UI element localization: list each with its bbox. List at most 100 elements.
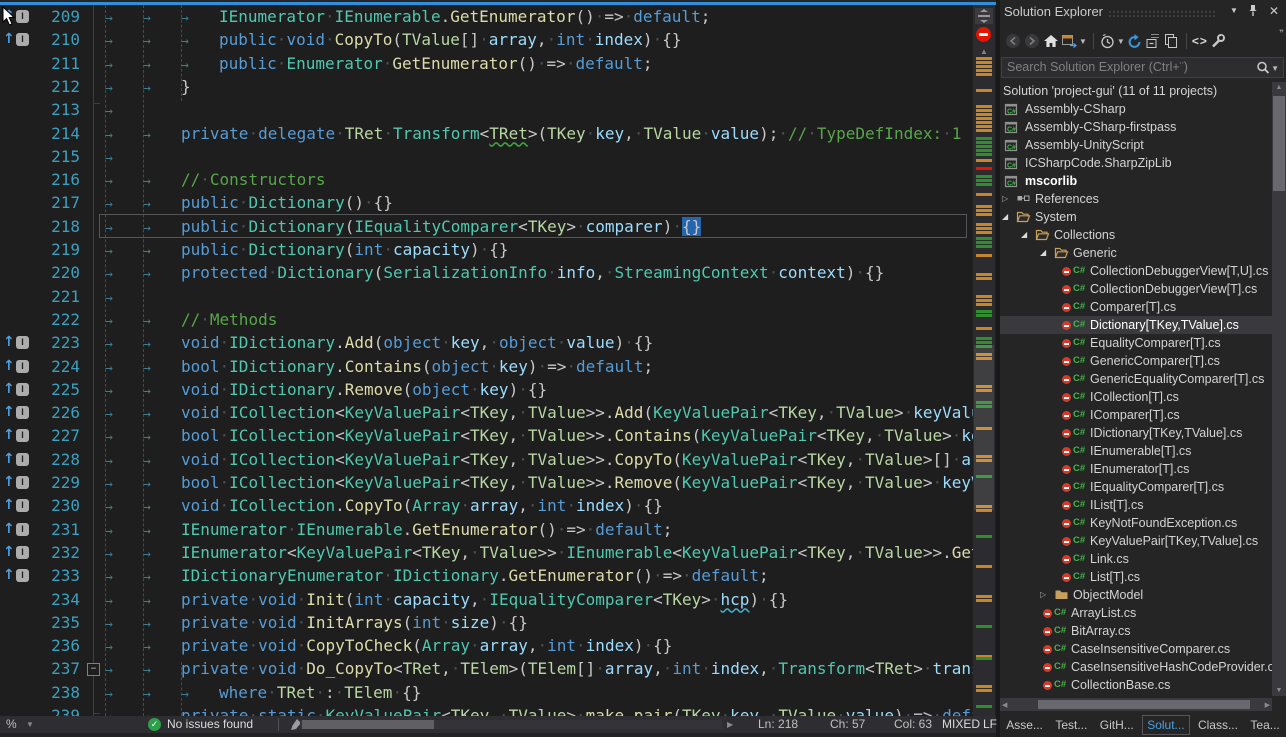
implements-arrow-icon[interactable]: ↑ bbox=[3, 355, 15, 378]
tree-item-keyvaluepair-tkey-tvalue-cs[interactable]: C#KeyValuePair[TKey,TValue].cs bbox=[1000, 532, 1272, 550]
tree-item-objectmodel[interactable]: ▷ObjectModel bbox=[1000, 586, 1272, 604]
code-line-215[interactable]: 215→ bbox=[0, 145, 973, 168]
editor-vertical-scrollbar[interactable]: ▲ bbox=[973, 5, 995, 716]
code-line-220[interactable]: 220→→protected·Dictionary(SerializationI… bbox=[0, 261, 973, 284]
toolbar-overflow-grip[interactable]: ❞ bbox=[1279, 28, 1284, 39]
refresh-button[interactable] bbox=[1126, 30, 1144, 52]
tool-tab-tea[interactable]: Tea... bbox=[1246, 716, 1283, 734]
back-button[interactable] bbox=[1004, 30, 1022, 52]
code-line-217[interactable]: 217→→public·Dictionary()·{} bbox=[0, 191, 973, 214]
code-line-210[interactable]: ↑I210→→→public·void·CopyTo(TValue[]·arra… bbox=[0, 28, 973, 51]
code-line-226[interactable]: ↑I226→→void·ICollection<KeyValuePair<TKe… bbox=[0, 401, 973, 424]
tree-vertical-scrollbar[interactable]: ▲ ▼ bbox=[1272, 82, 1286, 696]
tool-tab-solut[interactable]: Solut... bbox=[1142, 715, 1189, 735]
code-line-233[interactable]: ↑I233→→IDictionaryEnumerator·IDictionary… bbox=[0, 564, 973, 587]
implements-arrow-icon[interactable]: ↑ bbox=[3, 378, 15, 401]
code-line-214[interactable]: 214→→private·delegate·TRet·Transform<TRe… bbox=[0, 122, 973, 145]
scrollbar-thumb[interactable] bbox=[974, 345, 994, 510]
tool-tab-test[interactable]: Test... bbox=[1051, 716, 1091, 734]
solution-explorer-header[interactable]: Solution Explorer ▼ ✕ bbox=[1000, 0, 1286, 26]
tree-item-comparer-t-cs[interactable]: C#Comparer[T].cs bbox=[1000, 298, 1272, 316]
tree-item-assembly-csharp-firstpass[interactable]: C#Assembly-CSharp-firstpass bbox=[1000, 118, 1272, 136]
tree-item-bitarray-cs[interactable]: C#BitArray.cs bbox=[1000, 622, 1272, 640]
implements-arrow-icon[interactable]: ↑ bbox=[3, 28, 15, 51]
tree-item-collections[interactable]: ◢Collections bbox=[1000, 226, 1272, 244]
tree-item-assembly-csharp[interactable]: C#Assembly-CSharp bbox=[1000, 100, 1272, 118]
window-position-caret-icon[interactable]: ▼ bbox=[1226, 3, 1242, 19]
tool-tab-class[interactable]: Class... bbox=[1194, 716, 1242, 734]
implements-arrow-icon[interactable]: ↑ bbox=[3, 424, 15, 447]
scroll-up-arrow[interactable]: ▲ bbox=[1272, 84, 1286, 91]
tree-item-genericcomparer-t-cs[interactable]: C#GenericComparer[T].cs bbox=[1000, 352, 1272, 370]
status-eol[interactable]: LF bbox=[983, 716, 997, 733]
code-editor[interactable]: ↑I209→→→IEnumerator·IEnumerable.GetEnume… bbox=[0, 0, 996, 737]
code-line-232[interactable]: ↑I232→→IEnumerator<KeyValuePair<TKey,·TV… bbox=[0, 541, 973, 564]
forward-button[interactable] bbox=[1023, 30, 1041, 52]
pin-icon[interactable] bbox=[1246, 3, 1262, 19]
tree-item-references[interactable]: ▷References bbox=[1000, 190, 1272, 208]
tree-item-ienumerator-t-cs[interactable]: C#IEnumerator[T].cs bbox=[1000, 460, 1272, 478]
view-code-button[interactable]: <> bbox=[1192, 30, 1208, 52]
show-all-files-button[interactable] bbox=[1163, 30, 1180, 52]
code-line-228[interactable]: ↑I228→→void·ICollection<KeyValuePair<TKe… bbox=[0, 448, 973, 471]
tree-item-genericequalitycomparer-t-cs[interactable]: C#GenericEqualityComparer[T].cs bbox=[1000, 370, 1272, 388]
tree-hscrollbar-thumb[interactable] bbox=[1038, 700, 1250, 709]
implements-arrow-icon[interactable]: ↑ bbox=[3, 564, 15, 587]
tree-item-iequalitycomparer-t-cs[interactable]: C#IEqualityComparer[T].cs bbox=[1000, 478, 1272, 496]
properties-wrench-button[interactable] bbox=[1209, 30, 1227, 52]
code-line-209[interactable]: ↑I209→→→IEnumerator·IEnumerable.GetEnume… bbox=[0, 5, 973, 28]
search-options-caret-icon[interactable]: ▼ bbox=[1271, 64, 1279, 73]
horizontal-scrollbar-thumb[interactable] bbox=[302, 720, 434, 729]
expander-expanded-icon[interactable]: ◢ bbox=[1040, 244, 1046, 262]
code-line-212[interactable]: 212→→} bbox=[0, 75, 973, 98]
tree-item-mscorlib[interactable]: C#mscorlib bbox=[1000, 172, 1272, 190]
tree-item-link-cs[interactable]: C#Link.cs bbox=[1000, 550, 1272, 568]
scroll-left-arrow[interactable]: ◀ bbox=[1002, 701, 1007, 709]
document-health-error-icon[interactable] bbox=[976, 27, 991, 42]
implements-arrow-icon[interactable]: ↑ bbox=[3, 494, 15, 517]
code-line-231[interactable]: ↑I231→→IEnumerator·IEnumerable.GetEnumer… bbox=[0, 518, 973, 541]
code-line-223[interactable]: ↑I223→→void·IDictionary.Add(object·key,·… bbox=[0, 331, 973, 354]
tree-horizontal-scrollbar[interactable]: ◀ ▶ bbox=[1000, 698, 1272, 711]
implements-arrow-icon[interactable]: ↑ bbox=[3, 541, 15, 564]
tree-item-ilist-t-cs[interactable]: C#IList[T].cs bbox=[1000, 496, 1272, 514]
tree-item-collectionbase-cs[interactable]: C#CollectionBase.cs bbox=[1000, 676, 1272, 694]
tree-item-equalitycomparer-t-cs[interactable]: C#EqualityComparer[T].cs bbox=[1000, 334, 1272, 352]
switch-views-caret-icon[interactable]: ▼ bbox=[1079, 37, 1087, 46]
scrollbar-up-arrow[interactable]: ▲ bbox=[973, 47, 995, 56]
code-line-213[interactable]: 213→ bbox=[0, 98, 973, 121]
tree-item-collectiondebuggerview-t-cs[interactable]: C#CollectionDebuggerView[T].cs bbox=[1000, 280, 1272, 298]
solution-tree[interactable]: Solution 'project-gui' (11 of 11 project… bbox=[1000, 82, 1272, 696]
zoom-dropdown-caret[interactable]: ▼ bbox=[26, 716, 34, 733]
tree-item-collectiondebuggerview-t-u-cs[interactable]: C#CollectionDebuggerView[T,U].cs bbox=[1000, 262, 1272, 280]
search-icon[interactable] bbox=[1255, 60, 1271, 76]
tree-item-keynotfoundexception-cs[interactable]: C#KeyNotFoundException.cs bbox=[1000, 514, 1272, 532]
filter-caret-icon[interactable]: ▼ bbox=[1117, 37, 1125, 46]
tree-item-idictionary-tkey-tvalue-cs[interactable]: C#IDictionary[TKey,TValue].cs bbox=[1000, 424, 1272, 442]
pending-changes-filter-button[interactable] bbox=[1099, 30, 1116, 52]
code-line-239[interactable]: 239→→private·static·KeyValuePair<TKey,·T… bbox=[0, 704, 973, 716]
tree-item-assembly-unityscript[interactable]: C#Assembly-UnityScript bbox=[1000, 136, 1272, 154]
code-area[interactable]: ↑I209→→→IEnumerator·IEnumerable.GetEnume… bbox=[0, 5, 973, 716]
implements-arrow-icon[interactable]: ↑ bbox=[3, 471, 15, 494]
horizontal-scrollbar[interactable] bbox=[300, 720, 722, 729]
tool-tab-gith[interactable]: GitH... bbox=[1096, 716, 1138, 734]
hscroll-right-arrow[interactable]: ▶ bbox=[727, 716, 733, 733]
switch-views-button[interactable] bbox=[1061, 30, 1078, 52]
code-line-236[interactable]: 236→→private·void·CopyToCheck(Array·arra… bbox=[0, 634, 973, 657]
code-line-218[interactable]: 218→→public·Dictionary(IEqualityComparer… bbox=[0, 215, 973, 238]
expander-expanded-icon[interactable]: ◢ bbox=[1002, 208, 1008, 226]
code-line-230[interactable]: ↑I230→→void·ICollection.CopyTo(Array·arr… bbox=[0, 494, 973, 517]
code-line-238[interactable]: 238→→→where·TRet·:·TElem·{} bbox=[0, 681, 973, 704]
home-button[interactable] bbox=[1042, 30, 1060, 52]
tree-item-generic[interactable]: ◢Generic bbox=[1000, 244, 1272, 262]
tree-item-list-t-cs[interactable]: C#List[T].cs bbox=[1000, 568, 1272, 586]
collapse-all-button[interactable] bbox=[1145, 30, 1162, 52]
scroll-right-arrow[interactable]: ▶ bbox=[1265, 701, 1270, 709]
tree-item-dictionary-tkey-tvalue-cs[interactable]: C#Dictionary[TKey,TValue].cs bbox=[1000, 316, 1272, 334]
tree-item-solution-project-gui-11-of-11-projects-[interactable]: Solution 'project-gui' (11 of 11 project… bbox=[1000, 82, 1272, 100]
scroll-down-arrow[interactable]: ▼ bbox=[1272, 687, 1286, 694]
close-icon[interactable]: ✕ bbox=[1266, 3, 1282, 19]
code-line-222[interactable]: 222→→//·Methods bbox=[0, 308, 973, 331]
implements-arrow-icon[interactable]: ↑ bbox=[3, 401, 15, 424]
